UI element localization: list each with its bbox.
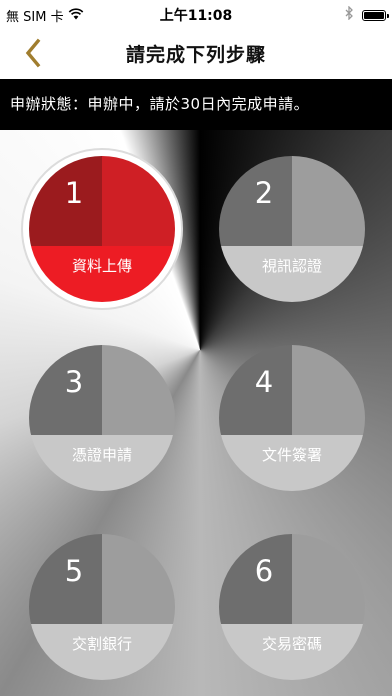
status-right <box>345 5 389 24</box>
step-label: 交割銀行 <box>71 635 132 653</box>
step-label: 視訊認證 <box>261 257 322 275</box>
step-document-button[interactable]: 4 文件簽署 <box>217 343 367 493</box>
step-number: 2 <box>254 176 274 210</box>
step-label: 資料上傳 <box>71 257 132 275</box>
steps-panel: 1 資料上傳 2 視訊認證 3 憑證申請 4 文件簽署 5 交割銀行 6 交易密… <box>0 130 392 696</box>
step-label: 憑證申請 <box>71 446 132 464</box>
bluetooth-icon <box>345 5 354 24</box>
step-number: 5 <box>64 554 84 588</box>
battery-icon <box>362 9 389 21</box>
nav-bar: 請完成下列步驟 <box>0 28 392 78</box>
step-bank-button[interactable]: 5 交割銀行 <box>27 532 177 682</box>
page-title: 請完成下列步驟 <box>125 44 266 66</box>
step-label: 交易密碼 <box>261 635 322 653</box>
step-label: 文件簽署 <box>261 446 322 464</box>
step-number: 1 <box>64 176 84 210</box>
status-time: 上午11:08 <box>159 8 233 24</box>
step-number: 3 <box>64 365 84 399</box>
step-number: 6 <box>254 554 274 588</box>
step-upload-button[interactable]: 1 資料上傳 <box>20 147 184 311</box>
step-certificate-button[interactable]: 3 憑證申請 <box>27 343 177 493</box>
status-bar: 無 SIM 卡 上午11:08 <box>0 0 392 28</box>
application-status-notice: 申辦狀態：申辦中，請於30日內完成申請。 <box>0 79 392 130</box>
step-number: 4 <box>254 365 274 399</box>
step-password-button[interactable]: 6 交易密碼 <box>217 532 367 682</box>
step-video-button[interactable]: 2 視訊認證 <box>217 154 367 304</box>
